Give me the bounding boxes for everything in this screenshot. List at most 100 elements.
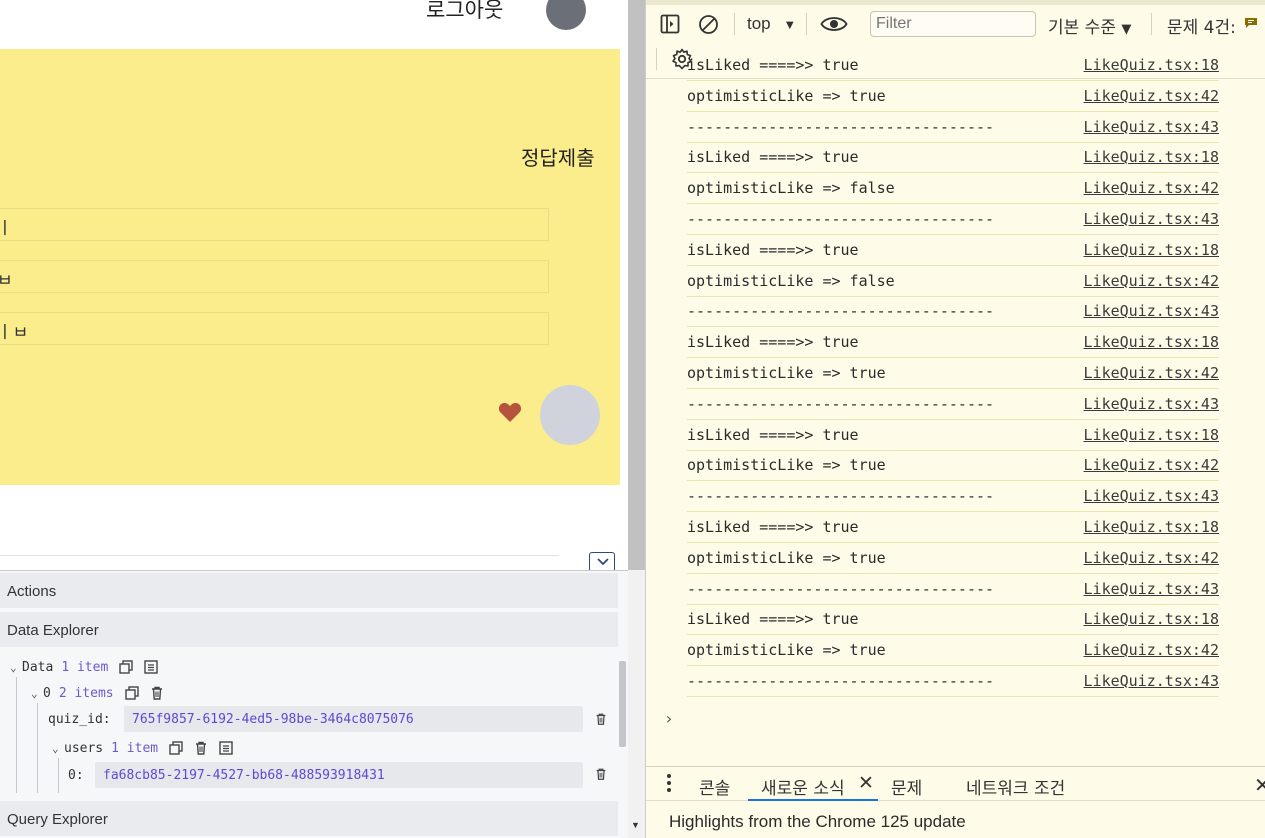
source-link[interactable]: LikeQuiz.tsx:42	[1084, 641, 1219, 659]
source-link[interactable]: LikeQuiz.tsx:42	[1084, 179, 1219, 197]
console-log-row: isLiked ====>> true LikeQuiz.tsx:18	[687, 327, 1219, 359]
panel-scrollbar-track[interactable]: ▼	[628, 570, 645, 838]
source-link[interactable]: LikeQuiz.tsx:43	[1084, 302, 1219, 320]
source-link[interactable]: LikeQuiz.tsx:42	[1084, 549, 1219, 567]
source-link[interactable]: LikeQuiz.tsx:18	[1084, 610, 1219, 628]
user-id-value-field[interactable]: fa68cb85-2197-4527-bb68-488593918431	[95, 762, 583, 788]
source-link[interactable]: LikeQuiz.tsx:43	[1084, 672, 1219, 690]
console-prompt[interactable]: ›	[664, 709, 674, 728]
console-message: ----------------------------------	[687, 579, 995, 598]
console-log-row: ---------------------------------- LikeQu…	[687, 389, 1219, 420]
tab-network-conditions[interactable]: 네트워크 조건	[966, 774, 1065, 799]
logout-link[interactable]: 로그아웃	[426, 0, 503, 24]
trash-icon[interactable]	[193, 740, 209, 756]
log-level-select[interactable]: 기본 수준 ▼	[1048, 13, 1131, 38]
tree-guide-line	[58, 758, 59, 793]
toolbar-separator	[734, 13, 735, 35]
panel-scrollbar[interactable]	[619, 661, 626, 747]
tree-count: 1 item	[111, 740, 159, 756]
source-link[interactable]: LikeQuiz.tsx:42	[1084, 87, 1219, 105]
context-select[interactable]: top ▼	[747, 14, 796, 34]
trash-icon[interactable]	[149, 685, 165, 701]
message-icon[interactable]	[1244, 17, 1258, 29]
console-log-row: isLiked ====>> true LikeQuiz.tsx:18	[687, 420, 1219, 451]
console-message: ----------------------------------	[687, 117, 995, 136]
devtools-panel: top ▼ 기본 수준 ▼ 문제 4건:	[645, 0, 1265, 838]
submit-answer-button[interactable]: 정답제출	[521, 142, 595, 171]
tree-count: 2 items	[58, 685, 114, 701]
collapse-panel-button[interactable]	[589, 552, 615, 572]
console-log-row: isLiked ====>> true LikeQuiz.tsx:18	[687, 604, 1219, 636]
tree-key: 0:	[68, 767, 84, 783]
source-link[interactable]: LikeQuiz.tsx:18	[1084, 148, 1219, 166]
source-link[interactable]: LikeQuiz.tsx:43	[1084, 210, 1219, 228]
close-drawer-icon[interactable]: ✕	[1254, 773, 1265, 798]
console-message: ----------------------------------	[687, 302, 995, 321]
console-message: isLiked ====>> true	[687, 333, 859, 352]
clear-console-icon[interactable]	[698, 14, 719, 35]
tree-guide-line	[16, 677, 17, 793]
tab-console[interactable]: 콘솔	[699, 774, 730, 799]
answer-option[interactable]: ㅣㅂ	[0, 312, 549, 345]
tree-node-index-0[interactable]: ⌄ 0 2 items	[31, 683, 174, 703]
copy-icon[interactable]	[124, 685, 140, 701]
tab-whats-new[interactable]: 새로운 소식	[761, 774, 845, 799]
close-tab-icon[interactable]: ✕	[858, 772, 874, 795]
console-log-row: ---------------------------------- LikeQu…	[687, 574, 1219, 605]
eye-icon[interactable]	[820, 14, 848, 34]
console-log-row: optimisticLike => false LikeQuiz.tsx:42	[687, 173, 1219, 205]
tab-issues[interactable]: 문제	[891, 774, 922, 799]
console-message: ----------------------------------	[687, 394, 995, 413]
console-message: isLiked ====>> true	[687, 148, 859, 167]
page-scrollbar-thumb[interactable]	[628, 0, 645, 570]
drawer-tab-bar: 콘솔 새로운 소식 ✕ 문제 네트워크 조건 ✕	[646, 766, 1265, 801]
tree-key: users	[64, 740, 104, 756]
source-link[interactable]: LikeQuiz.tsx:18	[1084, 518, 1219, 536]
list-icon[interactable]	[143, 659, 159, 675]
source-link[interactable]: LikeQuiz.tsx:18	[1084, 241, 1219, 259]
source-link[interactable]: LikeQuiz.tsx:42	[1084, 456, 1219, 474]
trash-icon[interactable]	[594, 711, 608, 727]
console-log-row: ---------------------------------- LikeQu…	[687, 666, 1219, 697]
chevron-down-icon[interactable]: ⌄	[52, 742, 64, 755]
query-devtools-panel: Actions Data Explorer ⌄ Data 1 item ⌄ 0 …	[0, 570, 628, 838]
issues-counter[interactable]: 문제 4건:	[1167, 13, 1236, 38]
answer-option[interactable]: ㅣ	[0, 208, 549, 241]
copy-icon[interactable]	[168, 740, 184, 756]
actions-section-header[interactable]: Actions	[0, 573, 618, 608]
source-link[interactable]: LikeQuiz.tsx:43	[1084, 580, 1219, 598]
copy-icon[interactable]	[118, 659, 134, 675]
sidebar-toggle-icon[interactable]	[660, 14, 680, 34]
filter-input[interactable]	[870, 11, 1036, 37]
quiz-id-value-field[interactable]: 765f9857-6192-4ed5-98be-3464c8075076	[124, 706, 583, 732]
trash-icon[interactable]	[594, 766, 608, 782]
more-options-icon[interactable]	[666, 773, 672, 793]
source-link[interactable]: LikeQuiz.tsx:42	[1084, 272, 1219, 290]
source-link[interactable]: LikeQuiz.tsx:42	[1084, 364, 1219, 382]
tree-field-user-0: 0:	[68, 765, 92, 785]
source-link[interactable]: LikeQuiz.tsx:18	[1084, 333, 1219, 351]
list-icon[interactable]	[218, 740, 234, 756]
tree-node-data[interactable]: ⌄ Data 1 item	[10, 657, 168, 677]
chevron-down-icon[interactable]: ⌄	[10, 661, 22, 674]
author-avatar[interactable]	[540, 385, 600, 445]
log-level-value: 기본 수준	[1048, 18, 1116, 38]
data-explorer-header[interactable]: Data Explorer	[0, 612, 618, 647]
whats-new-highlights-link[interactable]: Highlights from the Chrome 125 update	[669, 812, 966, 832]
heart-icon[interactable]	[498, 401, 522, 423]
avatar[interactable]	[546, 0, 586, 30]
console-log-row: optimisticLike => false LikeQuiz.tsx:42	[687, 266, 1219, 297]
context-value: top	[747, 14, 771, 33]
query-explorer-header[interactable]: Query Explorer	[0, 801, 618, 836]
chevron-down-icon[interactable]: ⌄	[31, 687, 43, 700]
answer-option[interactable]: ㅂ	[0, 260, 549, 293]
source-link[interactable]: LikeQuiz.tsx:18	[1084, 56, 1219, 74]
source-link[interactable]: LikeQuiz.tsx:43	[1084, 395, 1219, 413]
answer-option-text: ㅣㅂ	[0, 323, 29, 343]
data-explorer-tree: ⌄ Data 1 item ⌄ 0 2 items quiz_id: 765f9…	[0, 649, 618, 797]
scroll-down-icon[interactable]: ▼	[631, 820, 640, 830]
source-link[interactable]: LikeQuiz.tsx:43	[1084, 118, 1219, 136]
source-link[interactable]: LikeQuiz.tsx:43	[1084, 487, 1219, 505]
tree-node-users[interactable]: ⌄ users 1 item	[52, 738, 243, 758]
source-link[interactable]: LikeQuiz.tsx:18	[1084, 426, 1219, 444]
